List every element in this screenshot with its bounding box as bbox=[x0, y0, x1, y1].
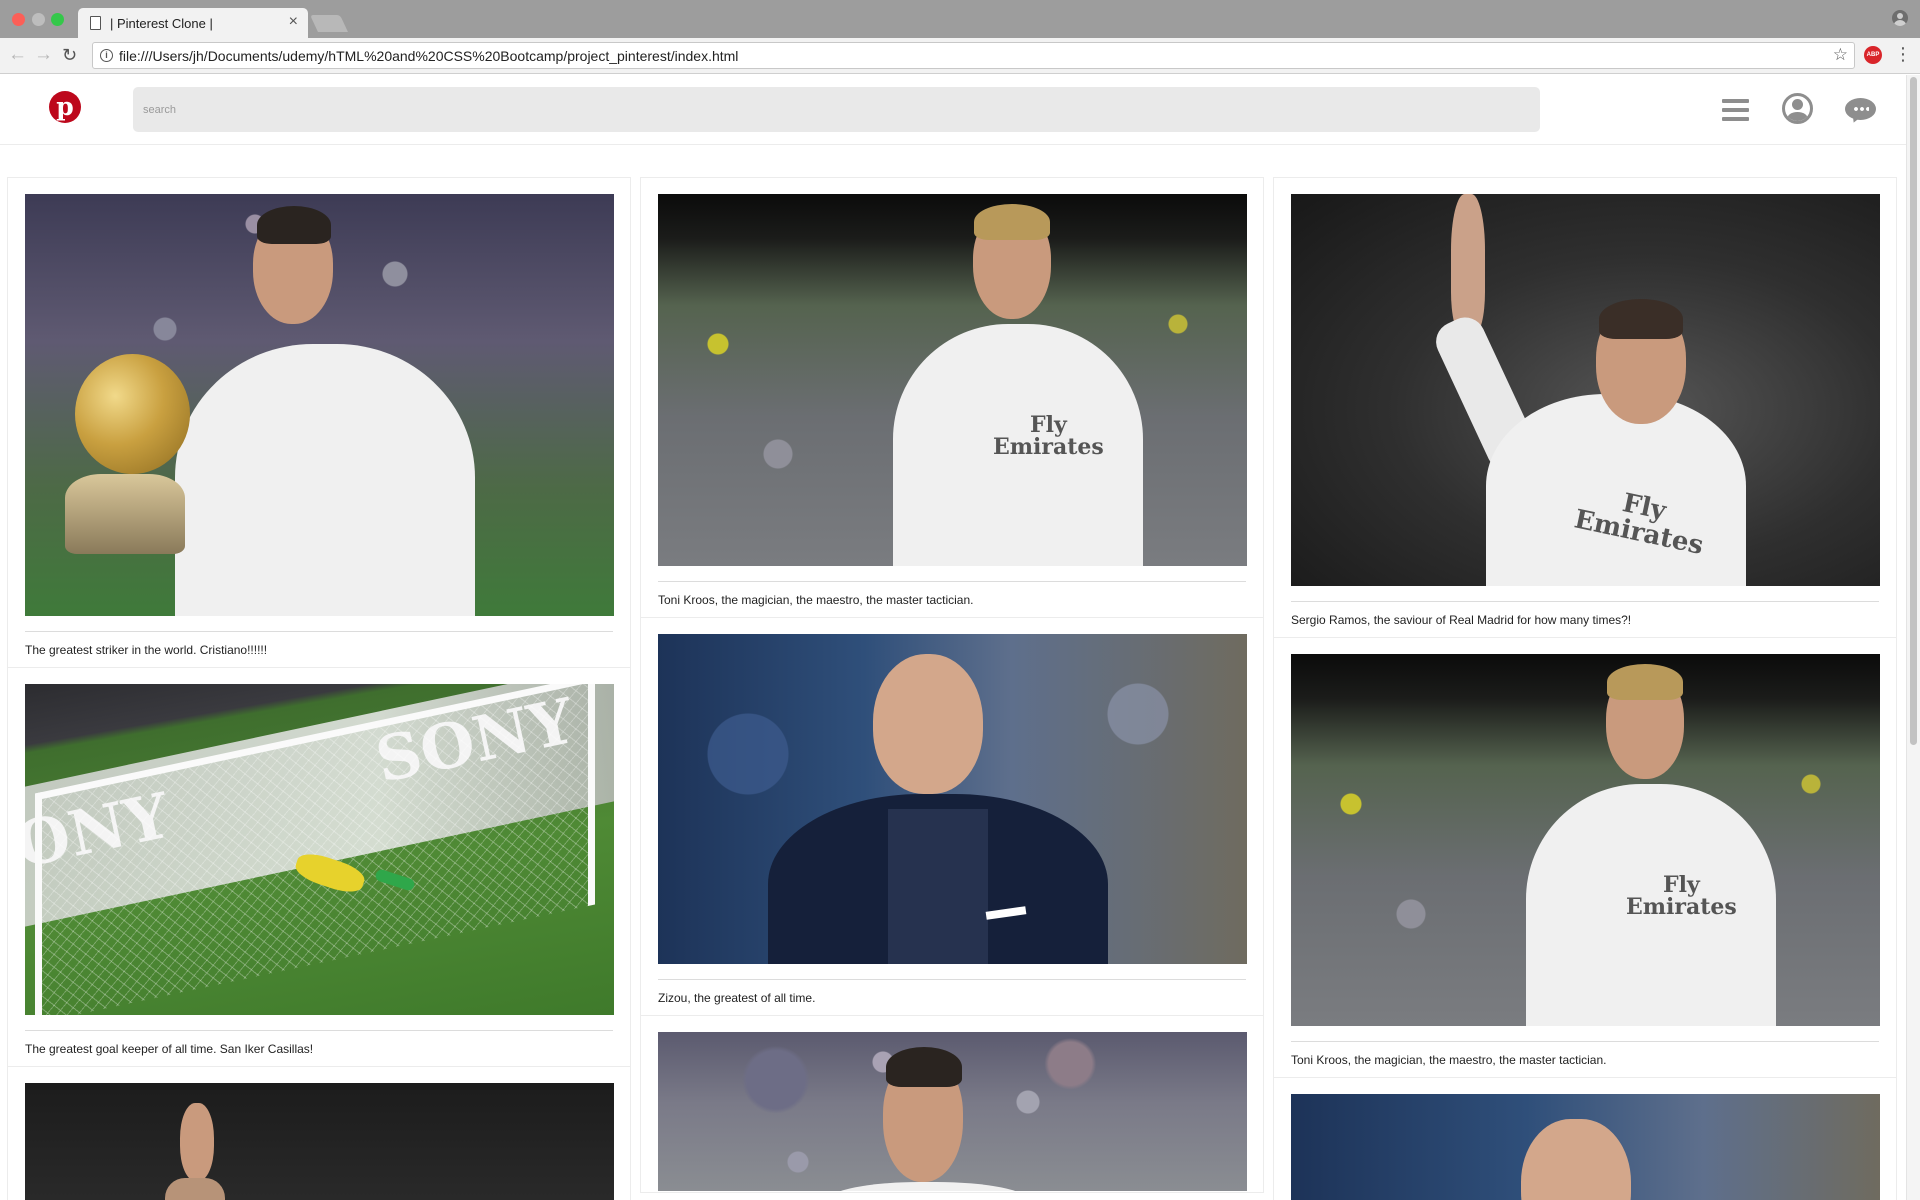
back-arrow-icon[interactable]: ← bbox=[8, 43, 27, 67]
pinterest-logo-icon[interactable]: p bbox=[49, 91, 81, 123]
pin-card[interactable] bbox=[8, 1067, 630, 1200]
user-profile-icon[interactable] bbox=[1782, 93, 1813, 124]
browser-profile-icon[interactable] bbox=[1892, 10, 1908, 26]
pin-image[interactable]: Fly Emirates bbox=[658, 194, 1247, 567]
pin-column: Fly Emirates Toni Kroos, the magician, th… bbox=[640, 177, 1264, 1193]
logo-letter: p bbox=[56, 92, 74, 121]
window-close-button[interactable] bbox=[12, 13, 25, 26]
pin-image[interactable]: SONY ONY bbox=[25, 684, 614, 1016]
tab-title: | Pinterest Clone | bbox=[110, 16, 213, 31]
bookmark-star-icon[interactable]: ☆ bbox=[1833, 45, 1848, 65]
reload-icon[interactable]: ↻ bbox=[62, 43, 77, 67]
page-viewport: p The greatest striker in the world. C bbox=[0, 75, 1906, 1200]
browser-toolbar: ← → ↻ i file:///Users/jh/Documents/udemy… bbox=[0, 38, 1920, 74]
pin-caption: Toni Kroos, the magician, the maestro, t… bbox=[1291, 1053, 1607, 1067]
pin-caption: The greatest striker in the world. Crist… bbox=[25, 643, 268, 657]
pin-card[interactable]: SONY ONY The greatest goal keeper of all… bbox=[8, 668, 630, 1067]
browser-menu-icon[interactable]: ⋮ bbox=[1894, 44, 1912, 64]
pin-image[interactable]: Fly Emirates bbox=[1291, 194, 1880, 587]
browser-tab-bar: | Pinterest Clone | × bbox=[0, 0, 1920, 38]
pin-image[interactable] bbox=[25, 194, 614, 617]
document-icon bbox=[90, 16, 101, 30]
pin-caption: Toni Kroos, the magician, the maestro, t… bbox=[658, 593, 974, 607]
address-bar[interactable]: i file:///Users/jh/Documents/udemy/hTML%… bbox=[92, 42, 1855, 69]
pin-image[interactable] bbox=[658, 1032, 1247, 1192]
pin-card[interactable] bbox=[641, 1016, 1263, 1193]
window-maximize-button[interactable] bbox=[51, 13, 64, 26]
pin-card[interactable]: Zizou, the greatest of all time. bbox=[641, 618, 1263, 1016]
pin-card[interactable]: Fly Emirates Toni Kroos, the magician, th… bbox=[1274, 638, 1896, 1078]
pin-column: Fly Emirates Sergio Ramos, the saviour of… bbox=[1273, 177, 1897, 1200]
page-scrollbar[interactable] bbox=[1906, 75, 1920, 1200]
pin-image[interactable]: Fly Emirates bbox=[1291, 654, 1880, 1027]
forward-arrow-icon[interactable]: → bbox=[34, 43, 53, 67]
chat-bubble-icon[interactable] bbox=[1845, 98, 1876, 120]
menu-icon[interactable] bbox=[1722, 99, 1749, 121]
new-tab-button[interactable] bbox=[310, 15, 348, 32]
pin-card[interactable]: The greatest striker in the world. Crist… bbox=[8, 178, 630, 668]
pin-image[interactable] bbox=[25, 1083, 614, 1200]
browser-tab[interactable]: | Pinterest Clone | × bbox=[78, 8, 308, 38]
pin-image[interactable] bbox=[658, 634, 1247, 965]
pin-caption: Sergio Ramos, the saviour of Real Madrid… bbox=[1291, 613, 1632, 627]
pin-card[interactable]: Fly Emirates Toni Kroos, the magician, th… bbox=[641, 178, 1263, 618]
site-header: p bbox=[0, 75, 1906, 145]
adblock-extension-icon[interactable]: ABP bbox=[1864, 46, 1882, 64]
tab-close-icon[interactable]: × bbox=[289, 13, 298, 31]
search-input[interactable] bbox=[133, 87, 1540, 132]
url-text[interactable]: file:///Users/jh/Documents/udemy/hTML%20… bbox=[119, 48, 738, 64]
scrollbar-thumb[interactable] bbox=[1910, 77, 1917, 745]
pin-caption: Zizou, the greatest of all time. bbox=[658, 991, 816, 1005]
pin-card[interactable] bbox=[1274, 1078, 1896, 1200]
info-icon[interactable]: i bbox=[100, 49, 113, 62]
pin-column: The greatest striker in the world. Crist… bbox=[7, 177, 631, 1200]
pin-image[interactable] bbox=[1291, 1094, 1880, 1200]
window-minimize-button[interactable] bbox=[32, 13, 45, 26]
pin-caption: The greatest goal keeper of all time. Sa… bbox=[25, 1042, 314, 1056]
pin-card[interactable]: Fly Emirates Sergio Ramos, the saviour of… bbox=[1274, 178, 1896, 638]
